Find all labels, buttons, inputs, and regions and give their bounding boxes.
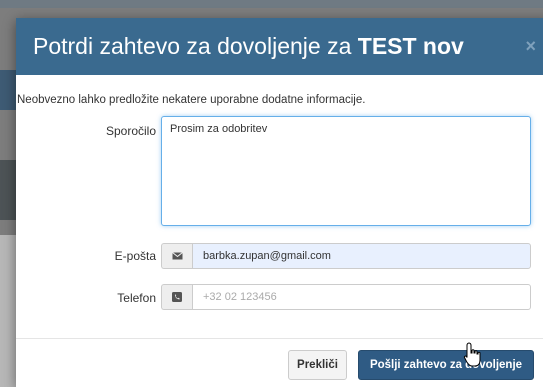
intro-text: Neobvezno lahko predložite nekatere upor… (17, 94, 366, 106)
phone-input-group (161, 284, 531, 310)
modal-header: Potrdi zahtevo za dovoljenje za TEST nov… (16, 18, 543, 75)
phone-label: Telefon (117, 291, 156, 305)
email-field[interactable] (192, 243, 531, 269)
submit-request-button[interactable]: Pošlji zahtevo za dovoljenje (358, 350, 534, 380)
permission-request-modal: Potrdi zahtevo za dovoljenje za TEST nov… (16, 18, 543, 387)
background-left-list (0, 235, 16, 387)
modal-title-prefix: Potrdi zahtevo za dovoljenje za (33, 33, 358, 59)
phone-icon (161, 284, 192, 310)
modal-title-dataset: TEST nov (357, 33, 464, 59)
envelope-icon (161, 243, 192, 269)
modal-footer-divider (16, 338, 543, 339)
hand-pointer-cursor-icon (463, 342, 481, 367)
message-label: Sporočilo (105, 124, 156, 138)
cancel-button[interactable]: Prekliči (288, 350, 347, 380)
message-textarea[interactable]: Prosim za odobritev (161, 116, 531, 226)
modal-title: Potrdi zahtevo za dovoljenje za TEST nov (33, 31, 464, 61)
close-icon[interactable]: × (525, 36, 536, 57)
email-input-group (161, 243, 531, 269)
background-top-bar (0, 0, 543, 8)
phone-field[interactable] (192, 284, 531, 310)
email-label: E-pošta (114, 249, 156, 263)
